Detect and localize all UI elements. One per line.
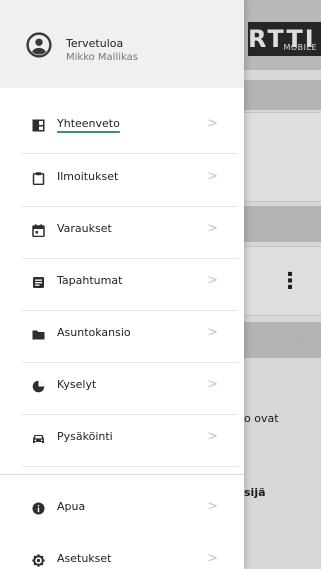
chevron-right-icon: > [207, 116, 218, 131]
chevron-right-icon: > [207, 169, 218, 184]
info-icon [32, 502, 45, 515]
menu-item-asuntokansio[interactable]: Asuntokansio > [22, 307, 238, 363]
clipboard-icon [32, 172, 45, 185]
menu-item-yhteenveto[interactable]: Yhteenveto > [22, 98, 238, 154]
pie-chart-icon [32, 380, 45, 393]
chevron-right-icon: > [207, 377, 218, 392]
menu-item-label: Varaukset [57, 222, 112, 235]
divider [22, 466, 238, 467]
navigation-drawer: Tervetuloa Mikko Mallikas Yhteenveto > I… [0, 0, 244, 569]
menu-item-ilmoitukset[interactable]: Ilmoitukset > [22, 151, 238, 207]
list-icon [33, 277, 44, 288]
menu-item-label: Tapahtumat [57, 274, 123, 287]
menu-item-label: Asuntokansio [57, 326, 131, 339]
menu-item-label: Apua [57, 500, 86, 513]
greeting-text: Tervetuloa [66, 37, 124, 50]
menu-item-varaukset[interactable]: Varaukset > [22, 203, 238, 259]
menu-item-asetukset[interactable]: Asetukset > [22, 533, 238, 569]
user-name: Mikko Mallikas [66, 52, 138, 63]
menu-item-kyselyt[interactable]: Kyselyt > [22, 359, 238, 415]
chevron-right-icon: > [207, 429, 218, 444]
menu-item-label: Kyselyt [57, 378, 97, 391]
chevron-right-icon: > [207, 273, 218, 288]
account-circle-icon [26, 32, 52, 58]
drawer-header: Tervetuloa Mikko Mallikas [0, 0, 244, 88]
dashboard-icon [32, 119, 45, 132]
section-divider [0, 474, 244, 475]
menu-item-pysakointi[interactable]: Pysäköinti > [22, 411, 238, 467]
menu-item-label: Pysäköinti [57, 430, 113, 443]
settings-icon [32, 554, 45, 567]
menu-item-apua[interactable]: Apua > [22, 481, 238, 537]
chevron-right-icon: > [207, 551, 218, 566]
menu-item-label: Yhteenveto [57, 117, 120, 130]
calendar-icon [32, 224, 45, 237]
chevron-right-icon: > [207, 221, 218, 236]
chevron-right-icon: > [207, 499, 218, 514]
chevron-right-icon: > [207, 325, 218, 340]
menu-item-label: Ilmoitukset [57, 170, 119, 183]
menu-item-label: Asetukset [57, 552, 112, 565]
menu-item-tapahtumat[interactable]: Tapahtumat > [22, 255, 238, 311]
car-icon [33, 435, 44, 443]
folder-icon [32, 330, 45, 340]
